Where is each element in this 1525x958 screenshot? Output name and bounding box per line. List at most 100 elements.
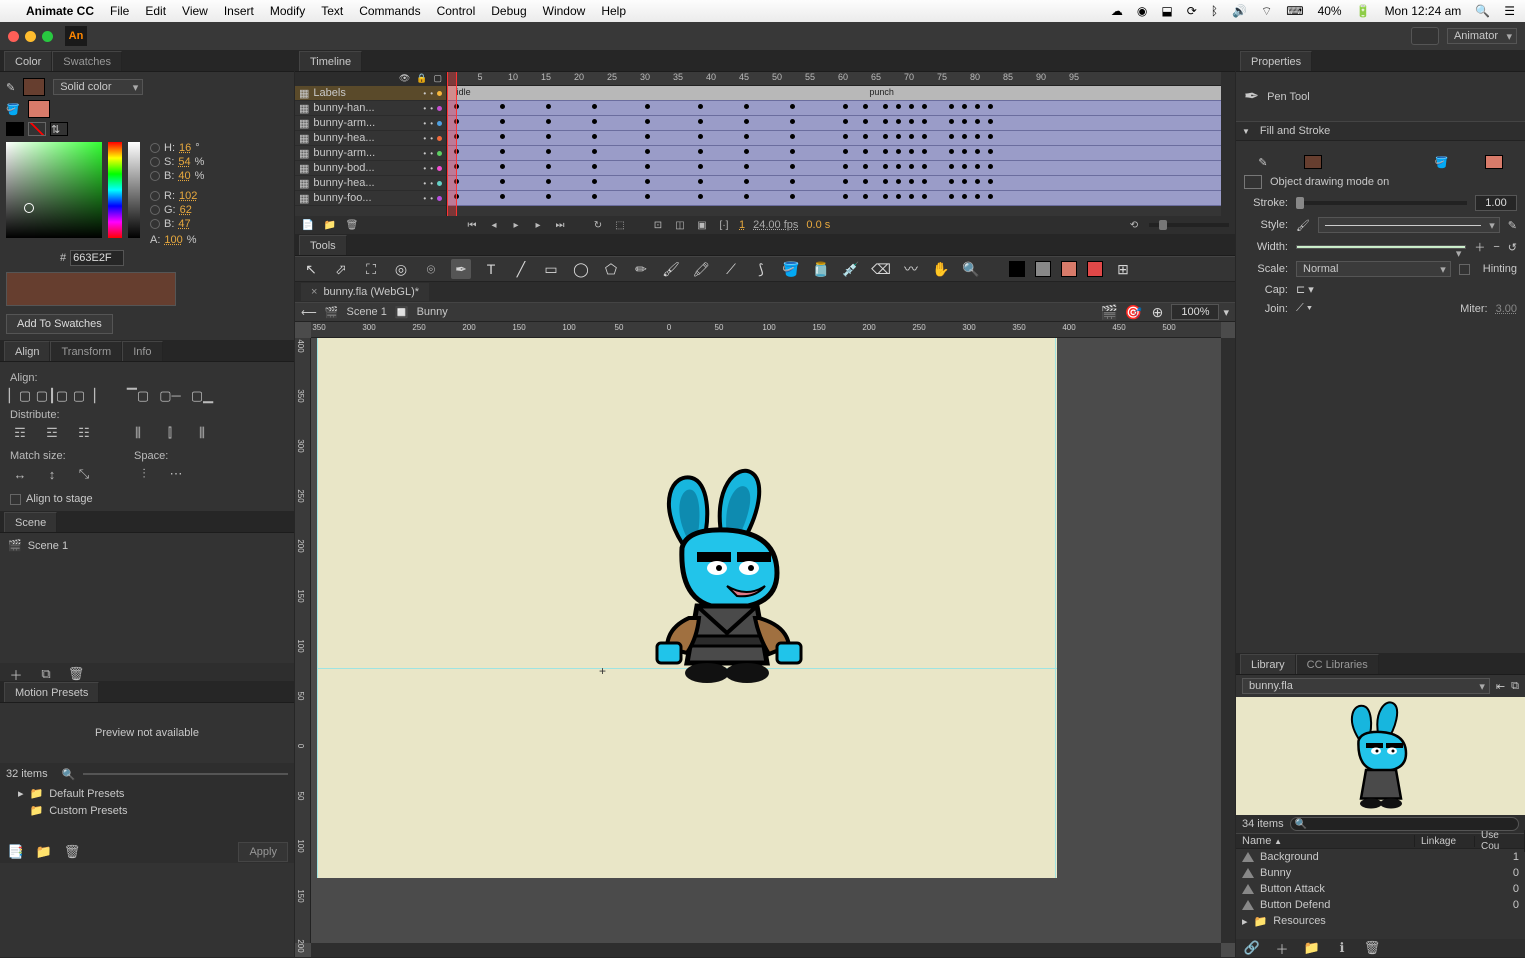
g-radio[interactable] (150, 205, 160, 215)
r-value[interactable]: 102 (179, 190, 197, 202)
frame-track[interactable] (447, 101, 1221, 116)
new-symbol-icon[interactable]: ＋ (1272, 939, 1292, 957)
stroke-style-brush-icon[interactable]: 🖌 (1296, 219, 1310, 232)
menu-modify[interactable]: Modify (270, 4, 305, 18)
tab-swatches[interactable]: Swatches (52, 51, 122, 71)
stroke-style-select[interactable] (1318, 217, 1500, 233)
clock[interactable]: Mon 12:24 am (1385, 4, 1462, 18)
edit-scene-icon[interactable]: 🎬 (1099, 302, 1119, 322)
sync-icon[interactable]: ⟳ (1187, 4, 1197, 18)
dist-hcenter-icon[interactable]: ⫿ (160, 424, 180, 442)
tools-option-swatch[interactable] (1087, 261, 1103, 277)
symbol-properties-icon[interactable]: ℹ (1332, 939, 1352, 957)
current-frame[interactable]: 1 (739, 219, 745, 231)
align-left-icon[interactable]: ▏▢ (10, 387, 30, 405)
match-height-icon[interactable]: ↕ (42, 465, 62, 483)
miter-value[interactable]: 3.00 (1496, 303, 1517, 315)
link-icon[interactable]: 🔗 (1242, 939, 1262, 957)
sync-settings-button[interactable] (1411, 27, 1439, 45)
layer-row[interactable]: ▦bunny-hea...•• (295, 131, 446, 146)
bb-radio[interactable] (150, 219, 160, 229)
tab-cc-libraries[interactable]: CC Libraries (1296, 654, 1379, 674)
b-radio[interactable] (150, 171, 160, 181)
rectangle-tool-icon[interactable]: ▭ (541, 259, 561, 279)
battery-icon[interactable]: 🔋 (1356, 4, 1371, 18)
space-h-icon[interactable]: ⋯ (166, 465, 186, 483)
join-select[interactable]: ⟋ ▾ (1296, 302, 1312, 315)
tab-align[interactable]: Align (4, 341, 50, 361)
dropbox-icon[interactable]: ⬓ (1161, 4, 1172, 18)
frame-track[interactable]: idlepunch (447, 86, 1221, 101)
tab-motion-presets[interactable]: Motion Presets (4, 682, 99, 702)
pen-tool-icon[interactable]: ✒ (451, 259, 471, 279)
layer-row[interactable]: ▦bunny-han...•• (295, 101, 446, 116)
h-radio[interactable] (150, 143, 160, 153)
menu-commands[interactable]: Commands (359, 4, 420, 18)
polystar-tool-icon[interactable]: ⬠ (601, 259, 621, 279)
space-v-icon[interactable]: ⫶ (134, 465, 154, 483)
eyedropper-tool-icon[interactable]: 💉 (841, 259, 861, 279)
cap-select[interactable]: ⊏ ▾ (1296, 283, 1314, 296)
edit-options-icon[interactable]: ⊕ (1147, 302, 1167, 322)
mp-folder-custom[interactable]: ▸📁Custom Presets (0, 802, 294, 819)
zoom-dropdown-icon[interactable]: ▾ (1223, 306, 1229, 319)
visibility-header-icon[interactable]: 👁 (399, 73, 410, 85)
frame-track[interactable] (447, 176, 1221, 191)
add-to-swatches-button[interactable]: Add To Swatches (6, 314, 113, 334)
new-folder-icon[interactable]: 📁 (323, 218, 337, 232)
minimize-window-button[interactable] (25, 31, 36, 42)
no-color-icon[interactable] (28, 122, 46, 136)
library-item[interactable]: ▸📁Resources (1236, 913, 1525, 929)
default-colors-icon[interactable] (6, 122, 24, 136)
onion-skinning-icon[interactable]: ◫ (673, 218, 687, 232)
s-value[interactable]: 54 (178, 156, 190, 168)
tab-scene[interactable]: Scene (4, 512, 57, 532)
tab-info[interactable]: Info (122, 341, 162, 361)
play-icon[interactable]: ▸ (509, 218, 523, 232)
3d-rotation-tool-icon[interactable]: ◎ (391, 259, 411, 279)
wifi-icon[interactable]: ⌔ (1261, 4, 1272, 19)
dist-right-icon[interactable]: ⫼ (192, 424, 212, 442)
menu-file[interactable]: File (110, 4, 129, 18)
bb-value[interactable]: 47 (178, 218, 190, 230)
menu-debug[interactable]: Debug (491, 4, 526, 18)
scale-select[interactable]: Normal (1296, 261, 1451, 277)
library-item[interactable]: Button Defend0 (1236, 897, 1525, 913)
layer-row[interactable]: ▦bunny-arm...•• (295, 116, 446, 131)
paint-bucket-tool-icon[interactable]: 🪣 (781, 259, 801, 279)
align-to-stage-checkbox[interactable] (10, 494, 21, 505)
fill-stroke-header[interactable]: Fill and Stroke (1236, 121, 1525, 141)
selection-tool-icon[interactable]: ↖ (301, 259, 321, 279)
tab-color[interactable]: Color (4, 51, 52, 71)
playhead[interactable] (447, 72, 457, 216)
lasso-tool-icon[interactable]: ⌾ (421, 259, 441, 279)
oval-tool-icon[interactable]: ◯ (571, 259, 591, 279)
fill-tool-icon[interactable]: 🪣 (1435, 156, 1449, 169)
layer-row[interactable]: ▦bunny-hea...•• (295, 176, 446, 191)
object-drawing-toggle-icon[interactable]: ⊞ (1113, 259, 1133, 279)
frame-track[interactable] (447, 116, 1221, 131)
tools-fill2-swatch[interactable] (1061, 261, 1077, 277)
align-vcenter-icon[interactable]: ▢─ (160, 387, 180, 405)
scene-item[interactable]: 🎬 Scene 1 (6, 537, 288, 554)
goto-last-icon[interactable]: ⏭ (553, 218, 567, 232)
goto-first-icon[interactable]: ⏮ (465, 218, 479, 232)
frames-area[interactable]: 5101520253035404550556065707580859095 id… (447, 72, 1221, 216)
vertical-ruler[interactable]: 40035030025020015010050050100150200 (295, 338, 311, 943)
spotlight-icon[interactable]: 🔍 (1475, 4, 1490, 18)
tab-timeline[interactable]: Timeline (299, 51, 362, 71)
menu-edit[interactable]: Edit (145, 4, 166, 18)
zoom-window-button[interactable] (42, 31, 53, 42)
guide-v2[interactable] (1055, 338, 1056, 878)
tools-fill-swatch[interactable] (1035, 261, 1051, 277)
close-tab-icon[interactable]: × (311, 286, 317, 298)
stroke-weight-slider[interactable] (1296, 201, 1467, 205)
paint-brush-tool-icon[interactable]: 🖍 (691, 259, 711, 279)
delete-symbol-icon[interactable]: 🗑 (1362, 939, 1382, 957)
hue-slider[interactable] (108, 142, 122, 238)
stage[interactable]: + (317, 338, 1057, 878)
bluetooth-icon[interactable]: ᛒ (1211, 4, 1218, 18)
loop-icon[interactable]: ↻ (591, 218, 605, 232)
input-icon[interactable]: ⌨︎ (1286, 4, 1303, 18)
pencil-tool-icon[interactable]: ✏ (631, 259, 651, 279)
